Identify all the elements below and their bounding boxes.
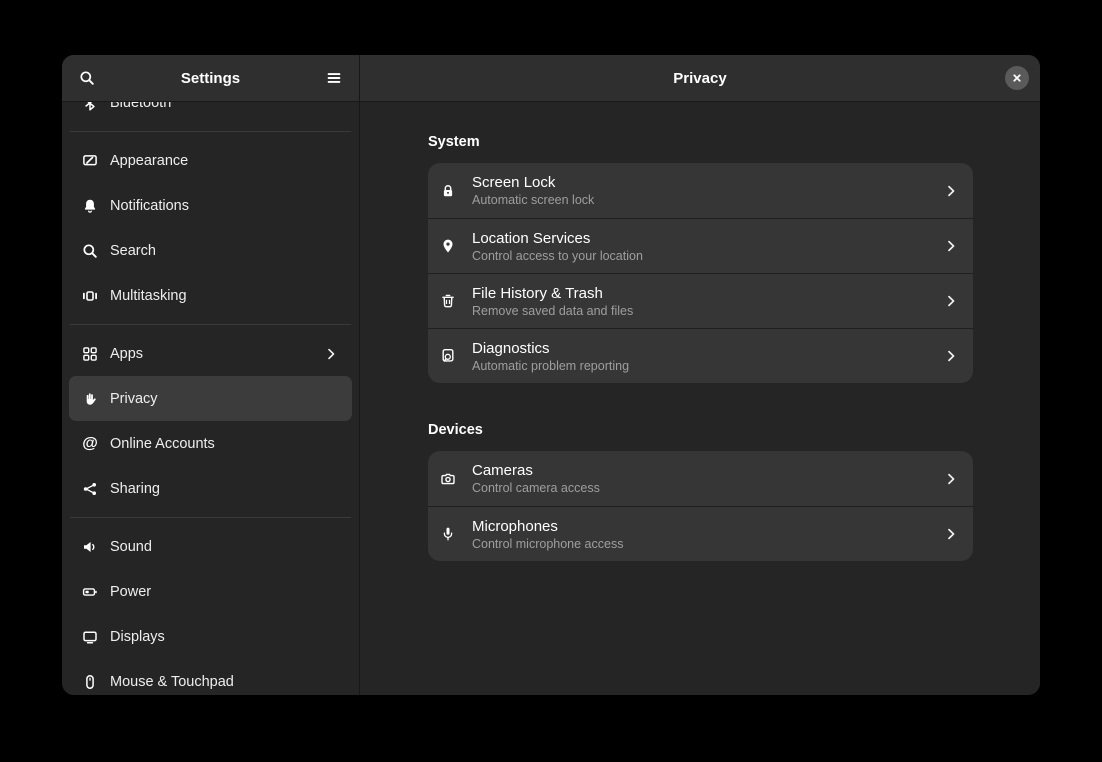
sidebar-item-label: Power [110, 584, 151, 600]
sidebar-divider [70, 324, 351, 325]
row-location-services[interactable]: Location Services Control access to your… [428, 218, 973, 273]
row-title: Microphones [472, 518, 927, 535]
chevron-right-icon [323, 346, 339, 362]
system-card: Screen Lock Automatic screen lock Locati… [428, 163, 973, 383]
search-button[interactable] [76, 67, 98, 89]
chevron-right-icon [943, 471, 959, 487]
sidebar-item-displays[interactable]: Displays [69, 614, 352, 659]
row-title: File History & Trash [472, 285, 927, 302]
sidebar-headerbar: Settings [62, 55, 359, 101]
sidebar-item-label: Sound [110, 539, 152, 555]
chevron-right-icon [943, 238, 959, 254]
close-icon [1009, 70, 1025, 86]
appearance-icon [82, 153, 98, 169]
sidebar-item-privacy[interactable]: Privacy [69, 376, 352, 421]
close-button[interactable] [1005, 66, 1029, 90]
sidebar-item-bluetooth[interactable]: Bluetooth [69, 101, 352, 125]
location-pin-icon [440, 238, 456, 254]
microphone-icon [440, 526, 456, 542]
multitasking-icon [82, 288, 98, 304]
row-title: Diagnostics [472, 340, 927, 357]
devices-card: Cameras Control camera access Microphone… [428, 451, 973, 561]
sidebar-item-label: Notifications [110, 198, 189, 214]
main-pane: Privacy System Screen Lock [360, 55, 1040, 695]
section-heading: Devices [428, 422, 973, 438]
chevron-right-icon [943, 293, 959, 309]
sidebar-item-power[interactable]: Power [69, 569, 352, 614]
privacy-content: System Screen Lock Automatic screen lock [360, 101, 1040, 695]
sidebar: Settings Bluetooth Appearance [62, 55, 360, 695]
section-heading: System [428, 134, 973, 150]
row-file-history-trash[interactable]: File History & Trash Remove saved data a… [428, 273, 973, 328]
app-title: Settings [98, 70, 323, 87]
sidebar-item-label: Bluetooth [110, 101, 171, 111]
diagnostics-icon [440, 348, 456, 364]
row-subtitle: Automatic problem reporting [472, 359, 927, 373]
at-icon: @ [82, 436, 98, 452]
hamburger-menu-icon [326, 70, 342, 86]
sidebar-item-label: Privacy [110, 391, 158, 407]
battery-icon [82, 584, 98, 600]
sidebar-divider [70, 131, 351, 132]
chevron-right-icon [943, 183, 959, 199]
apps-grid-icon [82, 346, 98, 362]
bluetooth-icon [82, 101, 98, 111]
sidebar-item-label: Displays [110, 629, 165, 645]
chevron-right-icon [943, 526, 959, 542]
speaker-icon [82, 539, 98, 555]
sidebar-item-sound[interactable]: Sound [69, 524, 352, 569]
sidebar-item-label: Mouse & Touchpad [110, 674, 234, 690]
main-headerbar: Privacy [360, 55, 1040, 101]
row-subtitle: Control microphone access [472, 537, 927, 551]
row-microphones[interactable]: Microphones Control microphone access [428, 506, 973, 561]
row-title: Cameras [472, 462, 927, 479]
sidebar-item-appearance[interactable]: Appearance [69, 138, 352, 183]
sidebar-item-multitasking[interactable]: Multitasking [69, 273, 352, 318]
row-subtitle: Control access to your location [472, 249, 927, 263]
lock-icon [440, 183, 456, 199]
sidebar-item-label: Online Accounts [110, 436, 215, 452]
share-icon [82, 481, 98, 497]
section-devices: Devices Cameras Control camera access [428, 422, 973, 561]
main-menu-button[interactable] [323, 67, 345, 89]
sidebar-item-search[interactable]: Search [69, 228, 352, 273]
search-icon [82, 243, 98, 259]
sidebar-item-label: Search [110, 243, 156, 259]
row-title: Screen Lock [472, 174, 927, 191]
sidebar-item-online-accounts[interactable]: @ Online Accounts [69, 421, 352, 466]
trash-icon [440, 293, 456, 309]
sidebar-item-notifications[interactable]: Notifications [69, 183, 352, 228]
hand-icon [82, 391, 98, 407]
sidebar-item-label: Sharing [110, 481, 160, 497]
section-system: System Screen Lock Automatic screen lock [428, 134, 973, 383]
row-title: Location Services [472, 230, 927, 247]
search-icon [79, 70, 95, 86]
chevron-right-icon [943, 348, 959, 364]
monitor-icon [82, 629, 98, 645]
sidebar-divider [70, 517, 351, 518]
row-diagnostics[interactable]: Diagnostics Automatic problem reporting [428, 328, 973, 383]
row-screen-lock[interactable]: Screen Lock Automatic screen lock [428, 163, 973, 218]
sidebar-item-sharing[interactable]: Sharing [69, 466, 352, 511]
sidebar-item-mouse-touchpad[interactable]: Mouse & Touchpad [69, 659, 352, 695]
row-subtitle: Control camera access [472, 481, 927, 495]
page-title: Privacy [673, 70, 726, 87]
row-subtitle: Remove saved data and files [472, 304, 927, 318]
sidebar-list: Bluetooth Appearance Notifications S [62, 101, 359, 695]
row-cameras[interactable]: Cameras Control camera access [428, 451, 973, 506]
sidebar-item-label: Apps [110, 346, 143, 362]
row-subtitle: Automatic screen lock [472, 193, 927, 207]
settings-window: Settings Bluetooth Appearance [62, 55, 1040, 695]
sidebar-item-label: Appearance [110, 153, 188, 169]
sidebar-item-apps[interactable]: Apps [69, 331, 352, 376]
mouse-icon [82, 674, 98, 690]
camera-icon [440, 471, 456, 487]
sidebar-item-label: Multitasking [110, 288, 187, 304]
bell-icon [82, 198, 98, 214]
